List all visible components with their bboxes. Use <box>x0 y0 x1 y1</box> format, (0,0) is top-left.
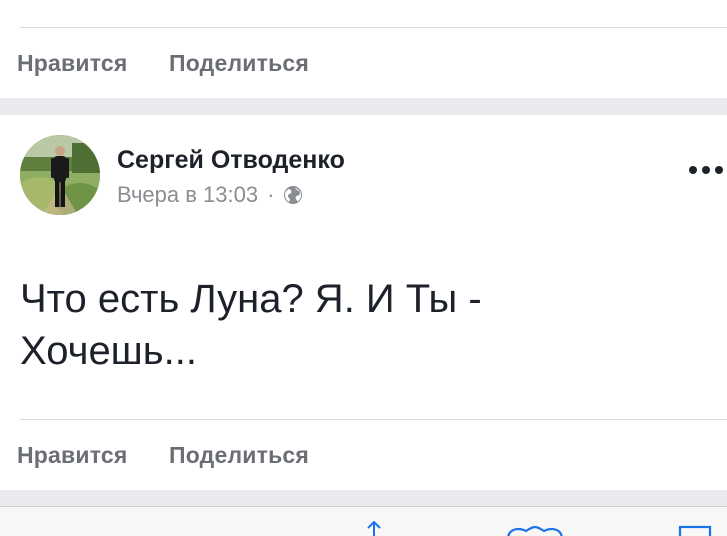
share-button[interactable]: Поделиться <box>169 442 309 469</box>
avatar-photo <box>20 135 100 215</box>
previous-post-like-button[interactable]: Нравится <box>17 50 128 77</box>
globe-icon <box>284 186 303 204</box>
share-icon[interactable] <box>362 521 386 536</box>
post-separator-band <box>0 98 727 115</box>
tabs-icon[interactable] <box>676 523 716 536</box>
post-text-line-1: Что есть Луна? Я. И Ты - <box>20 277 482 321</box>
bookmarks-icon[interactable] <box>506 525 564 536</box>
post-text-line-2: Хочешь... <box>20 329 197 373</box>
post-timestamp[interactable]: Вчера в 13:03 <box>117 182 258 208</box>
meta-separator: · <box>267 182 275 207</box>
post-separator-band-bottom <box>0 490 727 507</box>
author-avatar[interactable] <box>20 135 100 215</box>
post-text: Что есть Луна? Я. И Ты - Хочешь... <box>20 273 700 377</box>
post-footer-divider <box>20 419 727 420</box>
like-button[interactable]: Нравится <box>17 442 128 469</box>
feed-page: Нравится Поделиться Сергей Отводенко Вче… <box>0 0 727 536</box>
author-name[interactable]: Сергей Отводенко <box>117 146 345 175</box>
more-horizontal-icon[interactable] <box>688 160 727 180</box>
browser-toolbar <box>0 506 727 536</box>
previous-post-divider <box>20 27 727 28</box>
previous-post-share-button[interactable]: Поделиться <box>169 50 309 77</box>
post-meta: Вчера в 13:03 · <box>117 182 303 208</box>
